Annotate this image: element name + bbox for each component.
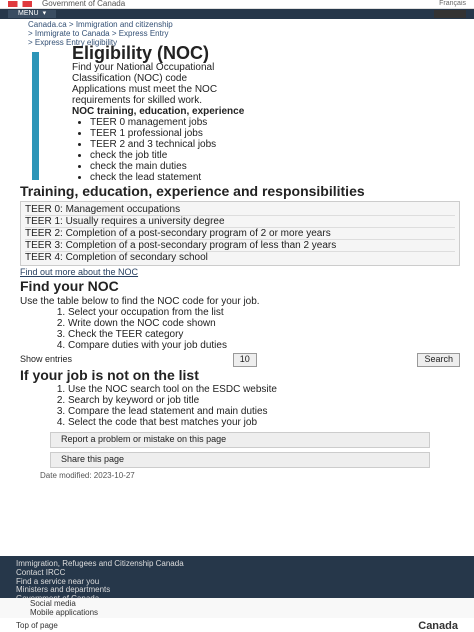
list-item: check the job title	[90, 150, 460, 161]
list-item: TEER 2 and 3 technical jobs	[90, 139, 460, 150]
list-label: NOC training, education, experience	[72, 106, 245, 117]
noc-link[interactable]: Find out more about the NOC	[20, 267, 460, 278]
top-of-page-link[interactable]: Top of page	[16, 621, 58, 631]
report-label: Report a problem or mistake on this page	[61, 433, 227, 444]
table-controls: Show entries 10 Search	[20, 352, 460, 367]
step-item: Check the TEER category	[68, 329, 460, 340]
steps-list: Select your occupation from the list Wri…	[20, 307, 460, 351]
list-item: TEER 1 professional jobs	[90, 128, 460, 139]
report-problem-button[interactable]: Report a problem or mistake on this page	[50, 431, 430, 448]
step-item: Compare the lead statement and main duti…	[68, 406, 460, 417]
step-item: Search by keyword or job title	[68, 395, 460, 406]
step-item: Write down the NOC code shown	[68, 318, 460, 329]
find-intro: Use the table below to find the NOC code…	[20, 295, 260, 307]
list-item: TEER 0 management jobs	[90, 117, 460, 128]
language-toggle[interactable]: Français	[439, 0, 466, 8]
step-item: Select the code that best matches your j…	[68, 417, 460, 428]
teer-box: TEER 0: Management occupations TEER 1: U…	[20, 201, 460, 267]
share-button[interactable]: Share this page	[50, 451, 430, 468]
menu-label: MENU	[18, 10, 39, 18]
footer-secondary: Social media Mobile applications	[0, 598, 474, 618]
intro-line: Classification (NOC) code	[72, 73, 188, 84]
date-modified: Date modified: 2023-10-27	[40, 470, 135, 480]
bottom-bar: Top of page Canada	[0, 620, 474, 632]
eligible-title: If your job is not on the list	[20, 366, 199, 383]
breadcrumb-item[interactable]: > Immigrate to Canada > Express Entry	[28, 30, 446, 39]
box-line: TEER 1: Usually requires a university de…	[25, 216, 455, 229]
step-item: Compare duties with your job duties	[68, 340, 460, 351]
canada-flag-icon	[8, 1, 32, 7]
find-title: Find your NOC	[20, 278, 119, 295]
main-content: Eligibility (NOC) Find your National Occ…	[20, 44, 460, 481]
intro-line: Find your National Occupational	[72, 62, 215, 73]
steps2-list: Use the NOC search tool on the ESDC webs…	[20, 384, 460, 428]
menu-button[interactable]: MENU ▾	[8, 10, 57, 18]
share-label: Share this page	[61, 453, 125, 464]
step-item: Use the NOC search tool on the ESDC webs…	[68, 384, 460, 395]
section-title: Training, education, experience and resp…	[20, 183, 365, 199]
box-line: TEER 0: Management occupations	[25, 204, 455, 217]
top-bar: Government of Canada Français	[0, 0, 474, 9]
site-title[interactable]: Government of Canada	[42, 0, 125, 8]
step-item: Select your occupation from the list	[68, 307, 460, 318]
footer-secondary-links: Social media Mobile applications	[0, 598, 474, 620]
teer-list: TEER 0 management jobs TEER 1 profession…	[90, 117, 460, 150]
table-search-input[interactable]: Search	[417, 352, 460, 367]
check-list: check the job title check the main dutie…	[90, 150, 460, 183]
footer-link[interactable]: Mobile applications	[30, 608, 444, 618]
nav-header: MENU ▾	[0, 9, 474, 19]
search-button[interactable]	[434, 10, 466, 18]
canada-wordmark: Canada	[418, 619, 458, 632]
box-line: TEER 4: Completion of secondary school	[25, 252, 208, 264]
intro-line: requirements for skilled work.	[72, 95, 203, 106]
page-title: Eligibility (NOC)	[72, 43, 209, 63]
entries-label: Show entries	[20, 353, 73, 364]
chevron-down-icon: ▾	[42, 10, 47, 18]
box-line: TEER 3: Completion of a post-secondary p…	[25, 240, 455, 253]
list-item: check the main duties	[90, 161, 460, 172]
entries-select[interactable]: 10	[232, 352, 257, 367]
box-line: TEER 2: Completion of a post-secondary p…	[25, 228, 455, 241]
list-item: check the lead statement	[90, 172, 460, 183]
footer-link[interactable]: Immigration, Refugees and Citizenship Ca…	[16, 559, 458, 569]
intro-text: Find your National Occupational Classifi…	[72, 62, 460, 117]
breadcrumb-item[interactable]: Canada.ca > Immigration and citizenship	[28, 21, 446, 30]
intro-line: Applications must meet the NOC	[72, 84, 218, 95]
